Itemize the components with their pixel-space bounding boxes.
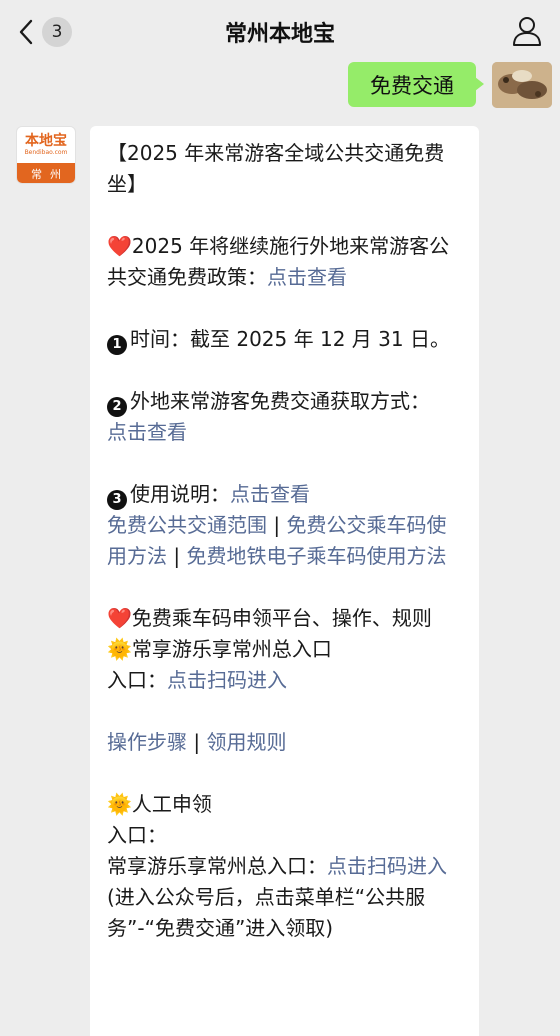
- heart-icon: ❤️: [107, 606, 132, 630]
- avatar-image: [492, 62, 552, 108]
- method-line: 2 外地来常游客免费交通获取方式： 点击查看: [107, 389, 430, 444]
- manual-entry-line: 常享游乐享常州总入口：点击扫码进入: [107, 854, 447, 878]
- account-avatar[interactable]: 本地宝 Bendibao.com 常州: [16, 126, 76, 184]
- manual-entry-label: 入口：: [107, 823, 167, 847]
- heart-icon: ❤️: [107, 234, 132, 258]
- platform-heading: ❤️免费乘车码申领平台、操作、规则: [107, 606, 432, 630]
- method-link[interactable]: 点击查看: [107, 420, 187, 444]
- nav-bar: 3 常州本地宝: [0, 0, 560, 64]
- logo-city: 常州: [17, 163, 75, 183]
- rules-link[interactable]: 领用规则: [206, 730, 286, 754]
- usage-link[interactable]: 点击查看: [230, 482, 310, 506]
- usage-sublinks: 免费公共交通范围 | 免费公交乘车码使用方法 | 免费地铁电子乘车码使用方法: [107, 513, 447, 568]
- number-1-icon: 1: [107, 335, 127, 355]
- logo-text: 本地宝: [25, 133, 67, 149]
- user-avatar[interactable]: [492, 62, 552, 108]
- person-icon[interactable]: [510, 14, 544, 48]
- policy-line: ❤️2025 年将继续施行外地来常游客公共交通免费政策：点击查看: [107, 234, 450, 289]
- incoming-message: 【2025 年来常游客全域公共交通免费坐】 ❤️2025 年将继续施行外地来常游…: [90, 126, 479, 1036]
- entry-line: 入口：点击扫码进入: [107, 668, 287, 692]
- time-line: 1 时间：截至 2025 年 12 月 31 日。: [107, 324, 465, 355]
- steps-link[interactable]: 操作步骤: [107, 730, 187, 754]
- rules-line: 操作步骤 | 领用规则: [107, 730, 287, 754]
- article-title: 【2025 年来常游客全域公共交通免费坐】: [107, 141, 445, 196]
- scan-entry-link[interactable]: 点击扫码进入: [167, 668, 287, 692]
- policy-link[interactable]: 点击查看: [267, 265, 347, 289]
- metro-code-link[interactable]: 免费地铁电子乘车码使用方法: [186, 544, 446, 568]
- manual-scan-link[interactable]: 点击扫码进入: [327, 854, 447, 878]
- logo-domain: Bendibao.com: [24, 149, 68, 156]
- chat-title: 常州本地宝: [224, 22, 335, 47]
- entry-title: 🌞常享游乐享常州总入口: [107, 637, 332, 661]
- transit-scope-link[interactable]: 免费公共交通范围: [107, 513, 267, 537]
- manual-note: (进入公众号后，点击菜单栏“公共服务”-“免费交通”进入领取): [107, 885, 426, 940]
- sun-icon: 🌞: [107, 637, 132, 661]
- sun-icon: 🌞: [107, 792, 132, 816]
- manual-title: 🌞人工申领: [107, 792, 212, 816]
- number-3-icon: 3: [107, 490, 127, 510]
- number-2-icon: 2: [107, 397, 127, 417]
- usage-line: 3 使用说明：点击查看: [107, 479, 465, 510]
- outgoing-message[interactable]: 免费交通: [348, 62, 484, 107]
- logo: 本地宝 Bendibao.com: [17, 127, 75, 163]
